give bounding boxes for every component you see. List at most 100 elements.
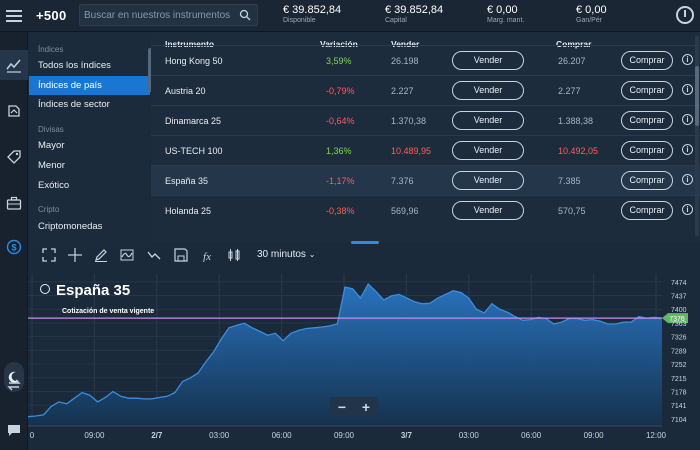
buy-button[interactable]: Comprar	[621, 201, 673, 220]
y-tick-label: 7400	[671, 307, 687, 314]
y-tick-label: 7326	[671, 335, 687, 342]
buy-button[interactable]: Comprar	[621, 51, 673, 70]
price-annotation: Cotización de venta vigente	[62, 308, 154, 315]
logo: +500	[36, 8, 67, 23]
category-group-title: Cripto	[38, 205, 60, 214]
info-icon[interactable]: i	[682, 174, 693, 185]
category-item-selected[interactable]: Índices de país	[29, 76, 150, 95]
category-item[interactable]: Mayor	[29, 136, 150, 155]
change-value: -0,64%	[326, 116, 355, 126]
stat-disponible: € 39.852,84 Disponible	[283, 4, 341, 24]
stat-label: Marg. mant.	[487, 17, 525, 24]
stat-label: Gan/Pér	[576, 17, 603, 24]
buy-button[interactable]: Comprar	[621, 171, 673, 190]
info-icon[interactable]: i	[682, 114, 693, 125]
search-input[interactable]: Buscar en nuestros instrumentos	[79, 4, 258, 26]
table-row[interactable]: España 35 -1,17% 7.376 Vender 7.385 Comprar i	[151, 165, 700, 195]
chart-panel: fx 30 minutos ⌄ Cotización de venta vige…	[28, 244, 700, 450]
category-item[interactable]: Exótico	[29, 176, 150, 195]
search-placeholder: Buscar en nuestros instrumentos	[84, 10, 231, 21]
instrument-name: US-TECH 100	[165, 146, 223, 156]
table-row[interactable]: Holanda 25 -0,38% 569,96 Vender 570,75 Compra…	[151, 195, 700, 225]
svg-text:$: $	[11, 243, 16, 253]
stat-label: Disponible	[283, 17, 316, 24]
sell-button[interactable]: Vender	[452, 201, 524, 220]
category-list: Índices Todos los índices Índices de paí…	[29, 32, 150, 242]
category-item[interactable]: Todos los índices	[29, 56, 150, 75]
briefcase-icon	[6, 196, 22, 210]
x-tick-label: 03:00	[209, 431, 230, 440]
stat-capital: € 39.852,84 Capital	[385, 4, 443, 24]
table-row[interactable]: Austria 20 -0,79% 2.227 Vender 2.277 Comprar i	[151, 75, 700, 105]
y-tick-label: 7215	[671, 376, 687, 383]
dollar-icon: $	[6, 239, 22, 255]
change-value: -0,79%	[326, 86, 355, 96]
buy-button[interactable]: Comprar	[621, 141, 673, 160]
info-icon[interactable]: i	[682, 84, 693, 95]
x-tick-label: 12:00	[646, 431, 667, 440]
price-chart[interactable]: Cotización de venta vigente7376747474377…	[28, 244, 700, 450]
chart-title: España 35	[56, 282, 131, 299]
category-item[interactable]: Menor	[29, 156, 150, 175]
y-tick-label: 7289	[671, 348, 687, 355]
search-icon[interactable]	[239, 9, 251, 21]
table-row[interactable]: Hong Kong 50 3,59% 26.198 Vender 26.207 Compr…	[151, 45, 700, 75]
x-tick-label: 2/7	[151, 431, 163, 440]
sell-price: 2.227	[391, 86, 414, 96]
instrument-name: Hong Kong 50	[165, 56, 223, 66]
sell-price: 569,96	[391, 206, 419, 216]
table-row[interactable]: Dinamarca 25 -0,64% 1.370,38 Vender 1.388,38…	[151, 105, 700, 135]
info-icon[interactable]: i	[682, 144, 693, 155]
buy-price: 1.388,38	[558, 116, 594, 126]
category-group-title: Divisas	[38, 125, 64, 134]
stat-profit-loss: € 0,00 Gan/Pér	[576, 4, 607, 24]
buy-price: 2.277	[558, 86, 581, 96]
trades-icon	[8, 105, 20, 117]
instrument-name: Holanda 25	[165, 206, 212, 216]
rail-orders[interactable]	[0, 142, 28, 172]
instrument-name: Dinamarca 25	[165, 116, 222, 126]
category-item[interactable]: Criptomonedas	[29, 217, 150, 236]
rail-chat[interactable]	[0, 415, 28, 445]
sell-price: 10.489,95	[391, 146, 432, 156]
buy-price: 26.207	[558, 56, 586, 66]
info-icon[interactable]: i	[682, 54, 693, 65]
swap-icon	[7, 379, 21, 391]
menu-icon[interactable]	[6, 10, 22, 22]
info-icon[interactable]	[40, 284, 50, 294]
stat-value: € 0,00	[487, 4, 518, 16]
buy-price: 570,75	[558, 206, 586, 216]
buy-button[interactable]: Comprar	[621, 81, 673, 100]
zoom-in-button[interactable]: +	[362, 399, 370, 415]
table-scrollbar[interactable]	[695, 36, 699, 236]
instrument-name: Austria 20	[165, 86, 206, 96]
y-tick-label: 7474	[671, 280, 687, 287]
rail-funds[interactable]: $	[0, 232, 28, 262]
sell-button[interactable]: Vender	[452, 141, 524, 160]
rail-switch[interactable]	[0, 370, 28, 400]
sell-button[interactable]: Vender	[452, 81, 524, 100]
buy-button[interactable]: Comprar	[621, 111, 673, 130]
change-value: 3,59%	[326, 56, 352, 66]
x-tick-label: 3/7	[401, 431, 413, 440]
category-item[interactable]: Índices de sector	[29, 95, 150, 114]
power-icon[interactable]	[676, 6, 694, 24]
zoom-controls: − +	[330, 397, 378, 416]
sell-button[interactable]: Vender	[452, 51, 524, 70]
rail-charts[interactable]	[0, 50, 28, 80]
info-icon[interactable]: i	[682, 204, 693, 215]
sell-button[interactable]: Vender	[452, 171, 524, 190]
y-tick-label: 7141	[671, 403, 687, 410]
y-tick-label: 7252	[671, 362, 687, 369]
stat-margin: € 0,00 Marg. mant.	[487, 4, 524, 24]
stat-value: € 0,00	[576, 4, 607, 16]
table-row[interactable]: US-TECH 100 1,36% 10.489,95 Vender 10.492,05…	[151, 135, 700, 165]
sell-price: 26.198	[391, 56, 419, 66]
rail-portfolio[interactable]	[0, 188, 28, 218]
rail-trades[interactable]	[0, 96, 28, 126]
y-tick-label: 7363	[671, 321, 687, 328]
instrument-table: Instrumento Variación Vender Comprar Hon…	[151, 32, 700, 242]
change-value: 1,36%	[326, 146, 352, 156]
zoom-out-button[interactable]: −	[338, 399, 346, 415]
sell-button[interactable]: Vender	[452, 111, 524, 130]
